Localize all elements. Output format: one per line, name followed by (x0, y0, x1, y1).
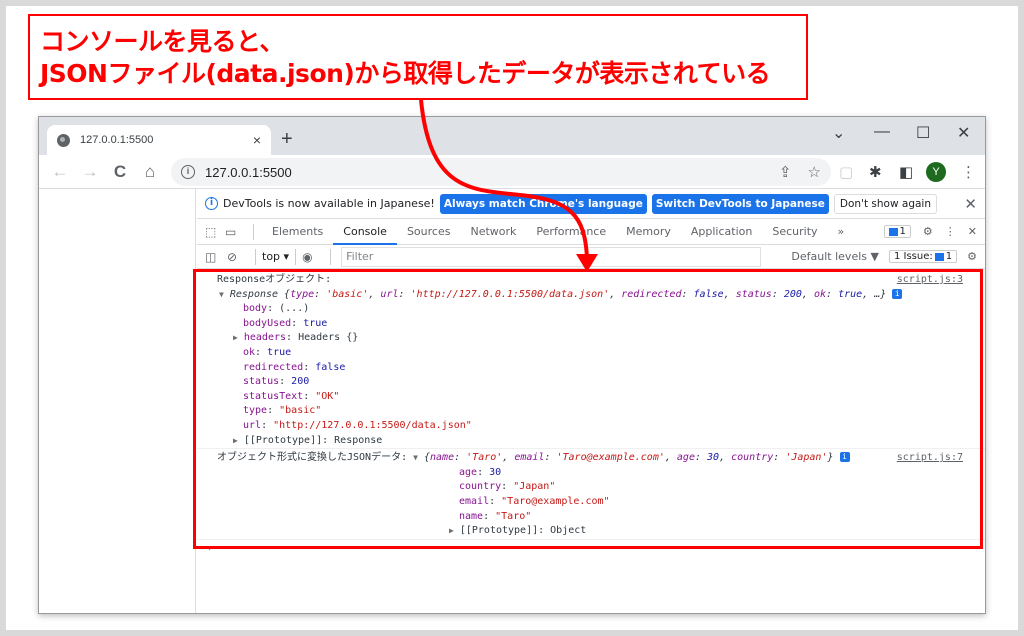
object-property: type: "basic" (243, 405, 322, 417)
devtools-panel: i DevTools is now available in Japanese!… (197, 189, 985, 613)
more-tabs-button[interactable]: » (828, 219, 855, 245)
close-window-button[interactable]: ✕ (957, 123, 970, 143)
log-levels-dropdown[interactable]: Default levels ▼ (791, 250, 879, 263)
object-property: body: (...) (243, 303, 310, 315)
source-link[interactable]: script.js:3 (897, 273, 963, 288)
divider (330, 248, 332, 265)
extension-placeholder-icon[interactable]: ▢ (839, 163, 853, 181)
callout-line-1: コンソールを見ると、 (40, 27, 285, 56)
always-match-language-button[interactable]: Always match Chrome's language (439, 193, 647, 214)
object-property: country: "Japan" (459, 481, 556, 493)
tab-network[interactable]: Network (460, 219, 526, 245)
tab-console[interactable]: Console (333, 219, 397, 245)
object-property: url: "http://127.0.0.1:5500/data.json" (243, 419, 472, 431)
console-settings-icon[interactable]: ⚙ (967, 250, 977, 263)
switch-to-japanese-button[interactable]: Switch DevTools to Japanese (651, 193, 829, 214)
globe-icon (57, 133, 70, 147)
issue-icon (934, 252, 944, 261)
devtools-tab-bar: ⬚ ▭ Elements Console Sources Network Per… (197, 219, 985, 245)
browser-toolbar: ← → C ⌂ i 127.0.0.1:5500 ⇪ ☆ ▢ ✱ ◧ Y ⋮ (39, 155, 985, 189)
infobar-close-icon[interactable]: ✕ (964, 195, 977, 213)
callout-line-2: JSONファイル(data.json)から取得したデータが表示されている (40, 59, 771, 88)
tab-elements[interactable]: Elements (262, 219, 333, 245)
prototype-row[interactable]: ▶ [[Prototype]]: Object (197, 524, 985, 539)
bookmark-star-icon[interactable]: ☆ (808, 163, 821, 181)
side-panel-icon[interactable]: ◧ (899, 163, 913, 181)
browser-window: 127.0.0.1:5500 × + ⌄ — ☐ ✕ ← → C ⌂ i 127… (38, 116, 986, 614)
page-viewport (39, 189, 196, 613)
chrome-menu-icon[interactable]: ⋮ (961, 163, 976, 181)
object-property: bodyUsed: true (243, 317, 328, 329)
console-filter-input[interactable]: Filter (341, 246, 762, 267)
tab-close-icon[interactable]: × (253, 132, 261, 148)
issues-badge[interactable]: 1 Issue: 1 (888, 250, 958, 263)
profile-avatar[interactable]: Y (926, 162, 946, 182)
infobar-text: DevTools is now available in Japanese! (223, 197, 435, 210)
divider (253, 223, 254, 240)
devtools-close-icon[interactable]: ✕ (968, 225, 977, 238)
object-property: statusText: "OK" (243, 390, 340, 402)
address-bar[interactable]: i 127.0.0.1:5500 ⇪ ☆ (171, 158, 831, 186)
browser-tab[interactable]: 127.0.0.1:5500 × (47, 125, 271, 155)
minimize-button[interactable]: — (874, 123, 890, 141)
console-message-json: オブジェクト形式に変換したJSONデータ: ▼ {name: 'Taro', e… (197, 449, 985, 540)
tab-sources[interactable]: Sources (397, 219, 461, 245)
console-prompt[interactable]: › (197, 540, 985, 558)
devtools-menu-icon[interactable]: ⋮ (945, 225, 956, 238)
address-text: 127.0.0.1:5500 (205, 164, 292, 180)
console-toolbar: ◫ ⊘ top ▾ ◉ Filter Default levels ▼ 1 Is… (197, 245, 985, 269)
share-icon[interactable]: ⇪ (779, 163, 792, 181)
context-selector[interactable]: top ▾ (262, 250, 289, 263)
devtools-settings-icon[interactable]: ⚙ (923, 225, 933, 238)
new-tab-button[interactable]: + (281, 128, 293, 151)
object-property: ok: true (243, 346, 292, 358)
tab-performance[interactable]: Performance (526, 219, 616, 245)
message-icon (888, 227, 898, 236)
title-bar: 127.0.0.1:5500 × + ⌄ — ☐ ✕ (39, 117, 985, 155)
device-toolbar-icon[interactable]: ▭ (225, 225, 245, 239)
messages-badge[interactable]: 1 (883, 225, 911, 238)
object-property: name: "Taro" (459, 510, 532, 522)
back-button[interactable]: ← (45, 162, 75, 182)
console-sidebar-icon[interactable]: ◫ (205, 250, 227, 264)
maximize-button[interactable]: ☐ (916, 123, 930, 143)
divider (295, 248, 297, 265)
source-link[interactable]: script.js:7 (897, 451, 963, 466)
console-log-label: Responseオブジェクト: script.js:3 (197, 273, 985, 288)
reload-button[interactable]: C (105, 162, 135, 182)
tab-title: 127.0.0.1:5500 (80, 134, 154, 146)
home-button[interactable]: ⌂ (135, 162, 165, 182)
tab-security[interactable]: Security (762, 219, 827, 245)
clear-console-icon[interactable]: ⊘ (227, 250, 249, 264)
forward-button[interactable]: → (75, 162, 105, 182)
dont-show-again-button[interactable]: Don't show again (833, 193, 937, 214)
object-property: age: 30 (459, 466, 502, 478)
info-icon: i (205, 197, 218, 210)
object-property[interactable]: ▶ headers: Headers {} (197, 331, 985, 346)
divider (255, 248, 256, 265)
tab-memory[interactable]: Memory (616, 219, 681, 245)
object-property: email: "Taro@example.com" (459, 495, 610, 507)
extensions-puzzle-icon[interactable]: ✱ (869, 163, 882, 181)
console-output: Responseオブジェクト: script.js:3 ▼ Response {ty… (197, 269, 985, 558)
annotation-callout: コンソールを見ると、 JSONファイル(data.json)から取得したデータが… (28, 14, 808, 100)
inspect-element-icon[interactable]: ⬚ (205, 225, 225, 239)
console-message-response: Responseオブジェクト: script.js:3 ▼ Response {ty… (197, 269, 985, 450)
tab-application[interactable]: Application (681, 219, 762, 245)
object-property: status: 200 (243, 376, 310, 388)
live-expression-eye-icon[interactable]: ◉ (302, 250, 324, 264)
devtools-language-infobar: i DevTools is now available in Japanese!… (197, 189, 985, 219)
object-summary[interactable]: ▼ Response {type: 'basic', url: 'http://… (197, 288, 985, 303)
object-property: redirected: false (243, 361, 346, 373)
tab-search-icon[interactable]: ⌄ (832, 123, 845, 143)
browser-content: i DevTools is now available in Japanese!… (39, 189, 985, 613)
site-info-icon[interactable]: i (181, 165, 195, 179)
console-log-label[interactable]: オブジェクト形式に変換したJSONデータ: ▼ {name: 'Taro', e… (197, 451, 985, 466)
prototype-row[interactable]: ▶ [[Prototype]]: Response (197, 434, 985, 449)
